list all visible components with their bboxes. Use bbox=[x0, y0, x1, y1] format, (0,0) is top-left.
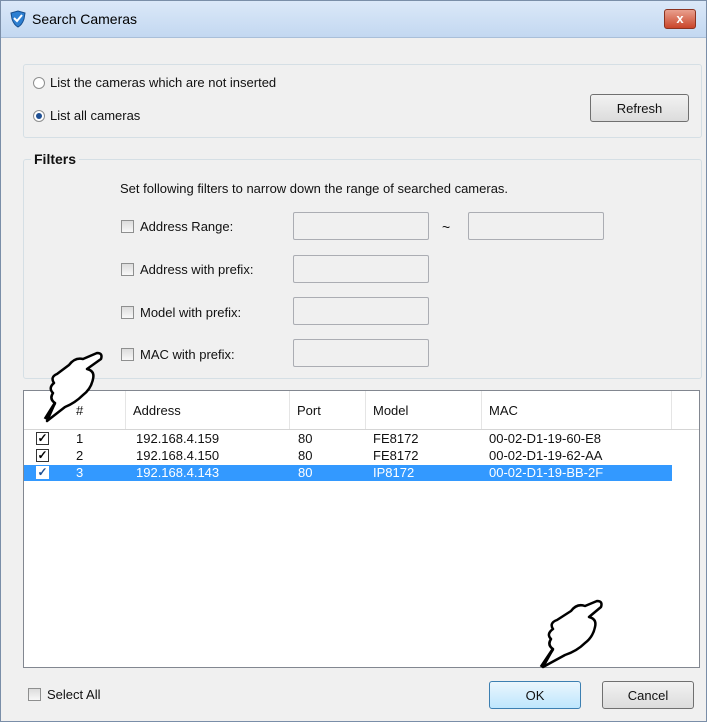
address-range-start-field[interactable] bbox=[293, 212, 429, 240]
address-prefix-label: Address with prefix: bbox=[140, 262, 254, 277]
row-address: 192.168.4.159 bbox=[136, 431, 220, 446]
column-header-address[interactable]: Address bbox=[126, 391, 290, 429]
address-range-end-field[interactable] bbox=[468, 212, 604, 240]
model-prefix-checkbox[interactable]: Model with prefix: bbox=[121, 305, 241, 320]
checkbox[interactable] bbox=[28, 688, 41, 701]
select-all-checkbox[interactable]: Select All bbox=[28, 687, 100, 702]
refresh-button-label: Refresh bbox=[616, 100, 663, 116]
row-mac: 00-02-D1-19-62-AA bbox=[489, 448, 603, 463]
ok-button[interactable]: OK bbox=[489, 681, 581, 709]
address-range-label: Address Range: bbox=[140, 219, 234, 234]
title-bar: Search Cameras x bbox=[1, 1, 706, 38]
row-checkbox[interactable]: ✓ bbox=[36, 432, 49, 445]
ok-button-label: OK bbox=[525, 687, 545, 703]
column-header-mac[interactable]: MAC bbox=[482, 391, 672, 429]
mac-prefix-checkbox[interactable]: MAC with prefix: bbox=[121, 347, 235, 362]
mac-prefix-label: MAC with prefix: bbox=[140, 347, 235, 362]
model-prefix-label: Model with prefix: bbox=[140, 305, 242, 320]
row-address: 192.168.4.143 bbox=[136, 465, 220, 480]
address-prefix-checkbox[interactable]: Address with prefix: bbox=[121, 262, 253, 277]
table-row[interactable]: ✓ 2 192.168.4.150 80 FE8172 00-02-D1-19-… bbox=[24, 448, 672, 464]
row-model: FE8172 bbox=[373, 431, 419, 446]
row-model: IP8172 bbox=[373, 465, 415, 480]
row-model: FE8172 bbox=[373, 448, 419, 463]
checkbox[interactable] bbox=[121, 348, 134, 361]
filters-legend: Filters bbox=[31, 151, 80, 167]
pointing-hand-icon bbox=[539, 599, 603, 669]
cancel-button[interactable]: Cancel bbox=[602, 681, 694, 709]
address-prefix-field[interactable] bbox=[293, 255, 429, 283]
search-cameras-dialog: Search Cameras x List the cameras which … bbox=[0, 0, 707, 722]
mac-prefix-field[interactable] bbox=[293, 339, 429, 367]
pointing-hand-icon bbox=[43, 351, 103, 423]
range-separator: ~ bbox=[442, 219, 451, 235]
row-mac: 00-02-D1-19-BB-2F bbox=[489, 465, 604, 480]
column-header-model[interactable]: Model bbox=[366, 391, 482, 429]
model-prefix-field[interactable] bbox=[293, 297, 429, 325]
radio-not-inserted-label: List the cameras which are not inserted bbox=[50, 75, 277, 90]
checkbox[interactable] bbox=[121, 220, 134, 233]
radio-all-cameras-label: List all cameras bbox=[50, 108, 141, 123]
checkbox[interactable] bbox=[121, 263, 134, 276]
radio-button-selected[interactable] bbox=[33, 109, 45, 122]
row-port: 80 bbox=[298, 448, 313, 463]
radio-button[interactable] bbox=[33, 76, 45, 89]
row-address: 192.168.4.150 bbox=[136, 448, 220, 463]
radio-all-cameras[interactable]: List all cameras bbox=[33, 108, 140, 123]
table-row-selected[interactable]: ✓ 3 192.168.4.143 80 IP8172 00-02-D1-19-… bbox=[24, 465, 672, 481]
row-port: 80 bbox=[298, 465, 313, 480]
row-mac: 00-02-D1-19-60-E8 bbox=[489, 431, 602, 446]
row-number: 1 bbox=[76, 431, 84, 446]
app-shield-icon bbox=[10, 10, 26, 28]
window-title: Search Cameras bbox=[32, 11, 138, 27]
filters-description: Set following filters to narrow down the… bbox=[120, 181, 509, 196]
row-number: 3 bbox=[76, 465, 84, 480]
table-header: # Address Port Model MAC bbox=[24, 391, 699, 430]
row-port: 80 bbox=[298, 431, 313, 446]
column-header-port[interactable]: Port bbox=[290, 391, 366, 429]
close-icon: x bbox=[676, 11, 684, 26]
row-checkbox[interactable]: ✓ bbox=[36, 449, 49, 462]
select-all-label: Select All bbox=[47, 687, 101, 702]
cancel-button-label: Cancel bbox=[627, 687, 669, 703]
refresh-button[interactable]: Refresh bbox=[590, 94, 689, 122]
radio-not-inserted[interactable]: List the cameras which are not inserted bbox=[33, 75, 276, 90]
address-range-checkbox[interactable]: Address Range: bbox=[121, 219, 233, 234]
row-checkbox[interactable]: ✓ bbox=[36, 466, 49, 479]
close-button[interactable]: x bbox=[664, 9, 696, 29]
row-number: 2 bbox=[76, 448, 84, 463]
table-row[interactable]: ✓ 1 192.168.4.159 80 FE8172 00-02-D1-19-… bbox=[24, 431, 672, 447]
checkbox[interactable] bbox=[121, 306, 134, 319]
